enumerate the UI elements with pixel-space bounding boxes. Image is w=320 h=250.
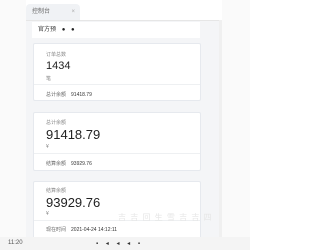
tab-console[interactable]: 控制台 × [26,4,80,20]
footer-value: 93929.76 [71,161,92,167]
stat-card-total-balance: 总计余额 91418.79 ¥ 结算余额 93929.76 [33,112,201,171]
card-footer: 现在时间 2021-04-24 14:12:11 [46,226,117,233]
footer-value: 2021-04-24 14:12:11 [71,227,118,233]
footer-value: 91418.79 [71,92,92,98]
footer-label: 结算余额 [46,161,67,167]
card-value: 93929.76 [46,195,101,210]
close-icon[interactable]: × [71,4,75,20]
card-value: 1434 [46,60,71,72]
right-margin [222,0,250,250]
system-icons: ▪ ◂ ◂ ◂ ▪ [96,241,143,247]
watermark-text: 吉 吉 回 生 雪 吉 吉 四 [118,213,213,222]
card-footer: 结算余额 93929.76 [46,160,92,167]
card-title: 结算余额 [46,188,67,194]
card-value: 91418.79 [46,127,101,142]
stat-card-orders: 订单总数 1434 笔 总计余额 91418.79 [33,43,201,101]
clock: 11:20 [8,240,23,246]
card-footer: 总计余额 91418.79 [46,91,92,98]
card-unit: 笔 [46,76,52,82]
tab-header: 控制台 × [26,0,222,21]
scrollbar[interactable] [219,20,222,250]
left-margin [0,0,26,250]
status-dots: ● ● [61,27,77,33]
tab-label: 控制台 [32,9,51,15]
card-unit: ¥ [46,211,49,217]
footer-label: 现在时间 [46,227,67,233]
card-title: 总计余额 [46,120,67,126]
official-row[interactable]: 官方预 ● ● [32,22,200,38]
footer-label: 总计余额 [46,92,67,98]
system-bottom-bar: 11:20 ▪ ◂ ◂ ◂ ▪ [0,237,250,250]
stat-card-settlement-balance: 结算余额 93929.76 ¥ 现在时间 2021-04-24 14:12:11 [33,181,201,239]
card-divider [34,153,200,154]
official-row-label: 官方预 [38,27,57,33]
card-divider [34,84,200,85]
card-unit: ¥ [46,144,49,150]
card-title: 订单总数 [46,52,67,58]
